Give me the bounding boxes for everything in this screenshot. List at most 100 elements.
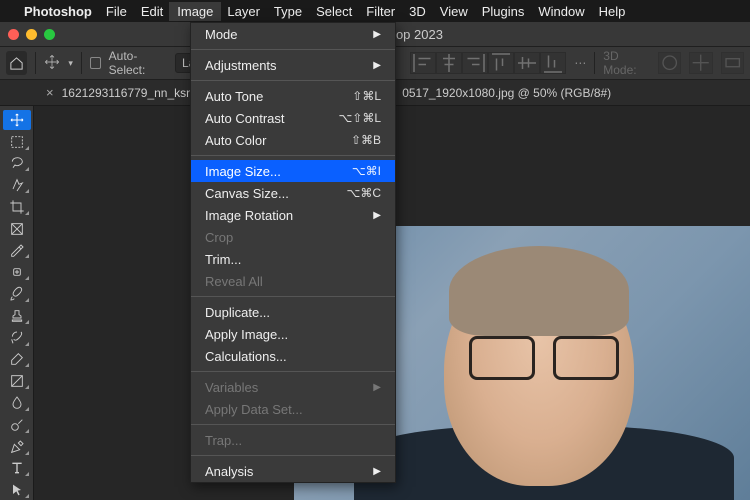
separator bbox=[594, 52, 595, 74]
separator bbox=[35, 52, 36, 74]
menu-item-label: Variables bbox=[205, 380, 258, 395]
menubar-image[interactable]: Image bbox=[169, 2, 221, 21]
menu-item-label: Adjustments bbox=[205, 58, 277, 73]
align-center-h-button[interactable] bbox=[436, 52, 462, 74]
home-button[interactable] bbox=[6, 51, 27, 75]
menubar-file[interactable]: File bbox=[106, 4, 127, 19]
submenu-arrow-icon: ▶ bbox=[373, 382, 381, 393]
lasso-tool[interactable] bbox=[3, 154, 31, 174]
menu-item-label: Trim... bbox=[205, 252, 241, 267]
dodge-tool[interactable] bbox=[3, 415, 31, 435]
menu-item-label: Canvas Size... bbox=[205, 186, 289, 201]
window-close-button[interactable] bbox=[8, 29, 19, 40]
3d-mode-label: 3D Mode: bbox=[603, 49, 649, 77]
menu-item-auto-tone[interactable]: Auto Tone⇧⌘L bbox=[191, 85, 395, 107]
menubar-type[interactable]: Type bbox=[274, 4, 302, 19]
align-top-button[interactable] bbox=[488, 52, 514, 74]
menu-item-trim[interactable]: Trim... bbox=[191, 248, 395, 270]
eraser-tool[interactable] bbox=[3, 350, 31, 370]
menu-separator bbox=[191, 424, 395, 425]
align-center-v-button[interactable] bbox=[514, 52, 540, 74]
more-options-icon[interactable]: ⋯ bbox=[574, 56, 586, 70]
submenu-arrow-icon: ▶ bbox=[373, 29, 381, 40]
close-tab-icon[interactable]: × bbox=[46, 85, 54, 100]
document-tab-name-right: 0517_1920x1080.jpg @ 50% (RGB/8#) bbox=[402, 86, 611, 100]
heal-tool[interactable] bbox=[3, 262, 31, 282]
window-minimize-button[interactable] bbox=[26, 29, 37, 40]
menu-item-label: Trap... bbox=[205, 433, 242, 448]
menu-item-adjustments[interactable]: Adjustments ▶ bbox=[191, 54, 395, 76]
menu-separator bbox=[191, 80, 395, 81]
menu-item-label: Apply Data Set... bbox=[205, 402, 303, 417]
submenu-arrow-icon: ▶ bbox=[373, 60, 381, 71]
submenu-arrow-icon: ▶ bbox=[373, 466, 381, 477]
menubar-window[interactable]: Window bbox=[538, 4, 584, 19]
menu-item-label: Duplicate... bbox=[205, 305, 270, 320]
tool-preset-chevron-icon[interactable]: ▾ bbox=[68, 58, 73, 69]
menu-item-auto-color[interactable]: Auto Color ⇧⌘B bbox=[191, 129, 395, 151]
menubar-select[interactable]: Select bbox=[316, 4, 352, 19]
align-right-button[interactable] bbox=[462, 52, 488, 74]
menu-item-auto-contrast[interactable]: Auto Contrast ⌥⇧⌘L bbox=[191, 107, 395, 129]
3d-orbit-button[interactable] bbox=[658, 52, 681, 74]
menu-item-analysis[interactable]: Analysis ▶ bbox=[191, 460, 395, 482]
menubar-edit[interactable]: Edit bbox=[141, 4, 163, 19]
menu-item-variables: Variables ▶ bbox=[191, 376, 395, 398]
menu-item-canvas-size[interactable]: Canvas Size...⌥⌘C bbox=[191, 182, 395, 204]
menubar-layer[interactable]: Layer bbox=[227, 4, 260, 19]
menu-item-apply-image[interactable]: Apply Image... bbox=[191, 323, 395, 345]
3d-slide-button[interactable] bbox=[721, 52, 744, 74]
stamp-tool[interactable] bbox=[3, 306, 31, 326]
path-select-tool[interactable] bbox=[3, 480, 31, 500]
menu-item-mode[interactable]: Mode▶ bbox=[191, 23, 395, 45]
menu-item-label: Auto Color bbox=[205, 133, 266, 148]
align-bottom-button[interactable] bbox=[540, 52, 566, 74]
image-menu-dropdown: Mode▶Adjustments▶Auto Tone⇧⌘LAuto Contra… bbox=[190, 22, 396, 483]
eyedropper-tool[interactable] bbox=[3, 241, 31, 261]
menu-item-label: Crop bbox=[205, 230, 233, 245]
menu-item-label: Apply Image... bbox=[205, 327, 288, 342]
menu-separator bbox=[191, 371, 395, 372]
menu-item-label: Image Rotation bbox=[205, 208, 293, 223]
menu-item-label: Calculations... bbox=[205, 349, 287, 364]
pen-tool[interactable] bbox=[3, 437, 31, 457]
menu-item-shortcut: ⇧⌘L bbox=[352, 89, 381, 103]
quick-select-tool[interactable] bbox=[3, 175, 31, 195]
menu-item-image-size[interactable]: Image Size...⌥⌘I bbox=[191, 160, 395, 182]
menu-item-shortcut: ⇧⌘B bbox=[351, 133, 381, 147]
menu-item-label: Auto Contrast bbox=[205, 111, 285, 126]
marquee-tool[interactable] bbox=[3, 132, 31, 152]
submenu-arrow-icon: ▶ bbox=[373, 210, 381, 221]
menu-item-image-rotation[interactable]: Image Rotation ▶ bbox=[191, 204, 395, 226]
brush-tool[interactable] bbox=[3, 284, 31, 304]
document-tab-name-left: 1621293116779_nn_ksn_b bbox=[62, 86, 207, 100]
move-tool[interactable] bbox=[3, 110, 31, 130]
type-tool[interactable] bbox=[3, 459, 31, 479]
menu-separator bbox=[191, 455, 395, 456]
history-brush-tool[interactable] bbox=[3, 328, 31, 348]
menu-item-reveal-all: Reveal All bbox=[191, 270, 395, 292]
menubar-filter[interactable]: Filter bbox=[366, 4, 395, 19]
auto-select-checkbox[interactable] bbox=[90, 57, 101, 69]
menubar-plugins[interactable]: Plugins bbox=[482, 4, 525, 19]
crop-tool[interactable] bbox=[3, 197, 31, 217]
3d-pan-button[interactable] bbox=[689, 52, 712, 74]
menubar-help[interactable]: Help bbox=[599, 4, 626, 19]
menu-item-label: Analysis bbox=[205, 464, 253, 479]
menubar-view[interactable]: View bbox=[440, 4, 468, 19]
auto-select-label: Auto-Select: bbox=[109, 49, 167, 77]
gradient-tool[interactable] bbox=[3, 371, 31, 391]
menu-item-duplicate[interactable]: Duplicate... bbox=[191, 301, 395, 323]
menu-separator bbox=[191, 296, 395, 297]
align-left-button[interactable] bbox=[410, 52, 436, 74]
window-maximize-button[interactable] bbox=[44, 29, 55, 40]
move-tool-icon bbox=[44, 54, 60, 73]
separator bbox=[81, 52, 82, 74]
menubar-app-name[interactable]: Photoshop bbox=[24, 4, 92, 19]
frame-tool[interactable] bbox=[3, 219, 31, 239]
menubar-3d[interactable]: 3D bbox=[409, 4, 426, 19]
toolbox bbox=[0, 106, 34, 500]
menu-item-shortcut: ⌥⇧⌘L bbox=[338, 111, 381, 125]
blur-tool[interactable] bbox=[3, 393, 31, 413]
menu-item-calculations[interactable]: Calculations... bbox=[191, 345, 395, 367]
